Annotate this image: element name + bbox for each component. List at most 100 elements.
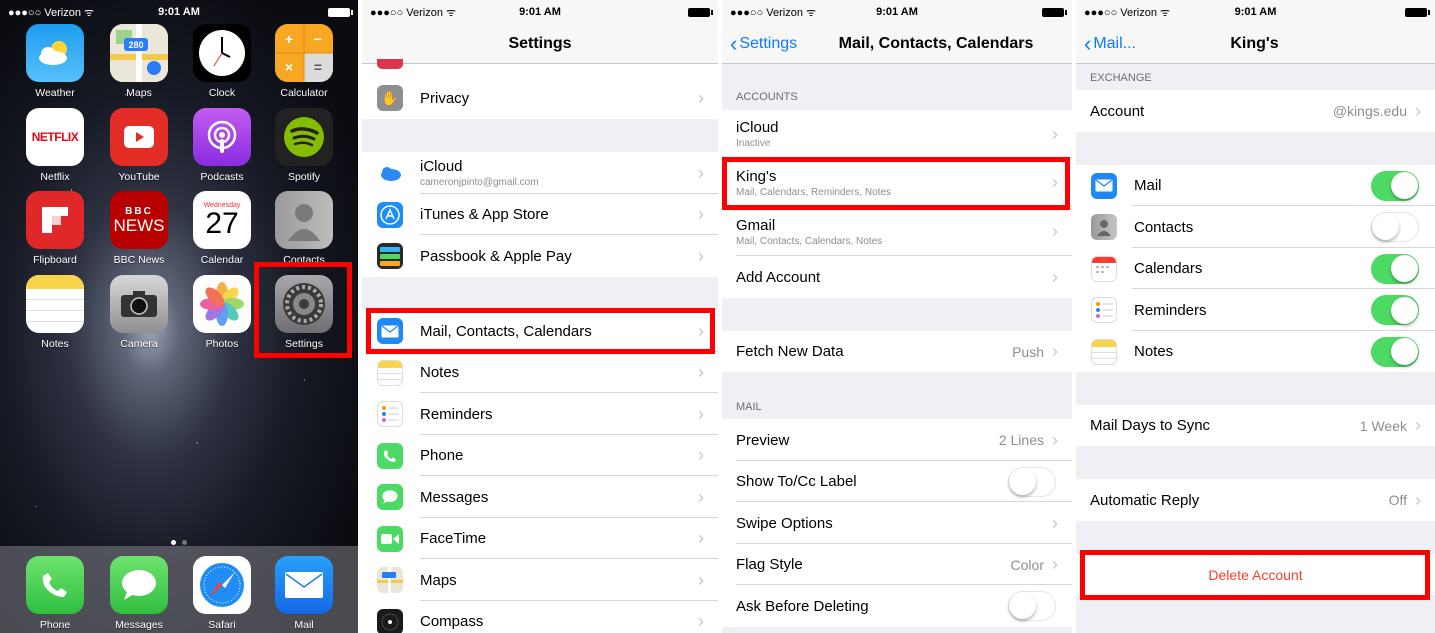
dock-app-messages[interactable]: Messages — [108, 556, 170, 631]
messages-icon — [110, 556, 168, 614]
app-netflix[interactable]: NETFLIX Netflix — [24, 108, 86, 183]
app-camera[interactable]: Camera — [108, 275, 170, 350]
reminders-toggle[interactable] — [1371, 295, 1419, 325]
app-notes[interactable]: Notes — [24, 275, 86, 350]
chevron-right-icon: › — [698, 362, 704, 382]
swipe-options-row[interactable]: Swipe Options › — [722, 502, 1072, 544]
phone-icon — [26, 556, 84, 614]
status-bar: ●●●○○ Verizon ᯤ 9:01 AM — [1076, 0, 1435, 24]
back-button[interactable]: ‹ Settings — [730, 24, 797, 64]
reminders-icon — [1091, 297, 1117, 323]
notes-icon — [26, 275, 84, 333]
flag-style-row[interactable]: Flag Style Color › — [722, 544, 1072, 585]
mail-days-to-sync-row[interactable]: Mail Days to Sync 1 Week › — [1076, 405, 1435, 446]
app-youtube[interactable]: YouTube — [108, 108, 170, 183]
settings-item-facetime[interactable]: FaceTime › — [362, 518, 718, 559]
page-title: King's — [1230, 34, 1279, 52]
service-row-notes: Notes — [1076, 331, 1435, 372]
chevron-right-icon: › — [698, 611, 704, 631]
settings-item-icloud[interactable]: iCloud cameronjpinto@gmail.com › — [362, 152, 718, 194]
account-row[interactable]: Account @kings.edu › — [1076, 90, 1435, 132]
notes-icon — [377, 359, 403, 386]
app-calculator[interactable]: + − × = Calculator — [273, 24, 335, 99]
settings-item-reminders[interactable]: Reminders › — [362, 393, 718, 435]
chevron-right-icon: › — [1052, 554, 1058, 574]
section-header-mail: MAIL — [736, 401, 762, 413]
settings-item-phone[interactable]: Phone › — [362, 435, 718, 476]
chevron-left-icon: ‹ — [730, 31, 738, 56]
chevron-right-icon: › — [1415, 100, 1421, 121]
hand-icon: ✋ — [377, 85, 403, 111]
nav-bar: ‹ Mail... King's — [1076, 24, 1435, 64]
cloud-icon — [377, 160, 403, 186]
chevron-right-icon: › — [698, 403, 704, 424]
weather-icon — [26, 24, 84, 82]
settings-item-itunes[interactable]: iTunes & App Store › — [362, 194, 718, 235]
photos-icon — [193, 275, 251, 333]
app-weather[interactable]: Weather — [24, 24, 86, 99]
compass-safari-icon — [193, 556, 251, 614]
account-row-gmail[interactable]: Gmail Mail, Contacts, Calendars, Notes › — [722, 207, 1072, 256]
notes-toggle[interactable] — [1371, 336, 1419, 367]
app-bbc-news[interactable]: BBC NEWS BBC News — [108, 191, 170, 266]
app-calendar[interactable]: Wednesday 27 Calendar — [191, 191, 253, 266]
account-row-icloud[interactable]: iCloud Inactive › — [722, 110, 1072, 158]
clock-label: 9:01 AM — [876, 6, 918, 18]
app-spotify[interactable]: Spotify — [273, 108, 335, 183]
facetime-icon — [377, 525, 403, 552]
chevron-right-icon: › — [1052, 341, 1058, 361]
contacts-toggle[interactable] — [1371, 212, 1419, 242]
settings-item-mail-contacts-calendars[interactable]: Mail, Contacts, Calendars › — [362, 310, 718, 352]
clock-label: 9:01 AM — [158, 6, 200, 18]
settings-item-privacy[interactable]: ✋ Privacy › — [362, 77, 718, 119]
settings-screen: ●●●○○ Verizon ᯤ 9:01 AM Settings ✋ Priva… — [362, 0, 718, 633]
ask-before-deleting-toggle[interactable] — [1008, 591, 1056, 621]
chevron-left-icon: ‹ — [1084, 31, 1092, 56]
show-to-cc-toggle[interactable] — [1008, 466, 1056, 497]
settings-item-compass[interactable]: Compass › — [362, 601, 718, 633]
app-flipboard[interactable]: Flipboard — [24, 191, 86, 266]
page-title: Mail, Contacts, Calendars — [838, 34, 1034, 52]
mail-contacts-calendars-screen: ●●●○○ Verizon ᯤ 9:01 AM ‹ Settings Mail,… — [722, 0, 1072, 633]
calendars-toggle[interactable] — [1371, 253, 1419, 284]
flipboard-icon — [26, 191, 84, 249]
chevron-right-icon: › — [1052, 123, 1058, 144]
settings-item-passbook[interactable]: Passbook & Apple Pay › — [362, 235, 718, 277]
chevron-right-icon: › — [1052, 512, 1058, 533]
app-contacts[interactable]: Contacts — [273, 191, 335, 266]
bbc-news-icon: BBC NEWS — [110, 191, 168, 249]
service-row-calendars: Calendars — [1076, 248, 1435, 289]
mail-toggle[interactable] — [1371, 170, 1419, 201]
back-button[interactable]: ‹ Mail... — [1084, 24, 1136, 64]
chevron-right-icon: › — [698, 445, 704, 465]
fetch-new-data-row[interactable]: Fetch New Data Push › — [722, 331, 1072, 372]
app-settings[interactable]: Settings — [273, 275, 335, 350]
dock-app-mail[interactable]: Mail — [273, 556, 335, 631]
dock-app-phone[interactable]: Phone — [24, 556, 86, 631]
add-account-row[interactable]: Add Account › — [722, 256, 1072, 298]
automatic-reply-row[interactable]: Automatic Reply Off › — [1076, 479, 1435, 521]
settings-item-notes[interactable]: Notes › — [362, 352, 718, 393]
settings-item-maps[interactable]: Maps › — [362, 559, 718, 601]
notes-icon — [1091, 338, 1117, 365]
chevron-right-icon: › — [698, 320, 704, 341]
app-clock[interactable]: Clock — [191, 24, 253, 99]
maps-icon: 280 — [110, 24, 168, 82]
delete-account-button[interactable]: Delete Account — [1076, 554, 1435, 595]
app-photos[interactable]: Photos — [191, 275, 253, 350]
gear-icon — [275, 275, 333, 333]
chevron-right-icon: › — [1052, 266, 1058, 287]
chevron-right-icon: › — [1052, 429, 1058, 450]
chevron-right-icon: › — [698, 87, 704, 108]
dock-app-safari[interactable]: Safari — [191, 556, 253, 631]
nav-bar: Settings — [362, 24, 718, 64]
mail-icon — [1091, 172, 1117, 199]
svg-text:+: + — [285, 31, 293, 47]
app-maps[interactable]: 280 Maps — [108, 24, 170, 99]
settings-item-messages[interactable]: Messages › — [362, 476, 718, 518]
notification-icon — [377, 59, 403, 69]
app-podcasts[interactable]: Podcasts — [191, 108, 253, 183]
preview-row[interactable]: Preview 2 Lines › — [722, 419, 1072, 461]
account-row-kings[interactable]: King's Mail, Calendars, Reminders, Notes… — [722, 158, 1072, 207]
status-bar: ●●●○○ Verizon ᯤ 9:01 AM — [0, 0, 358, 24]
